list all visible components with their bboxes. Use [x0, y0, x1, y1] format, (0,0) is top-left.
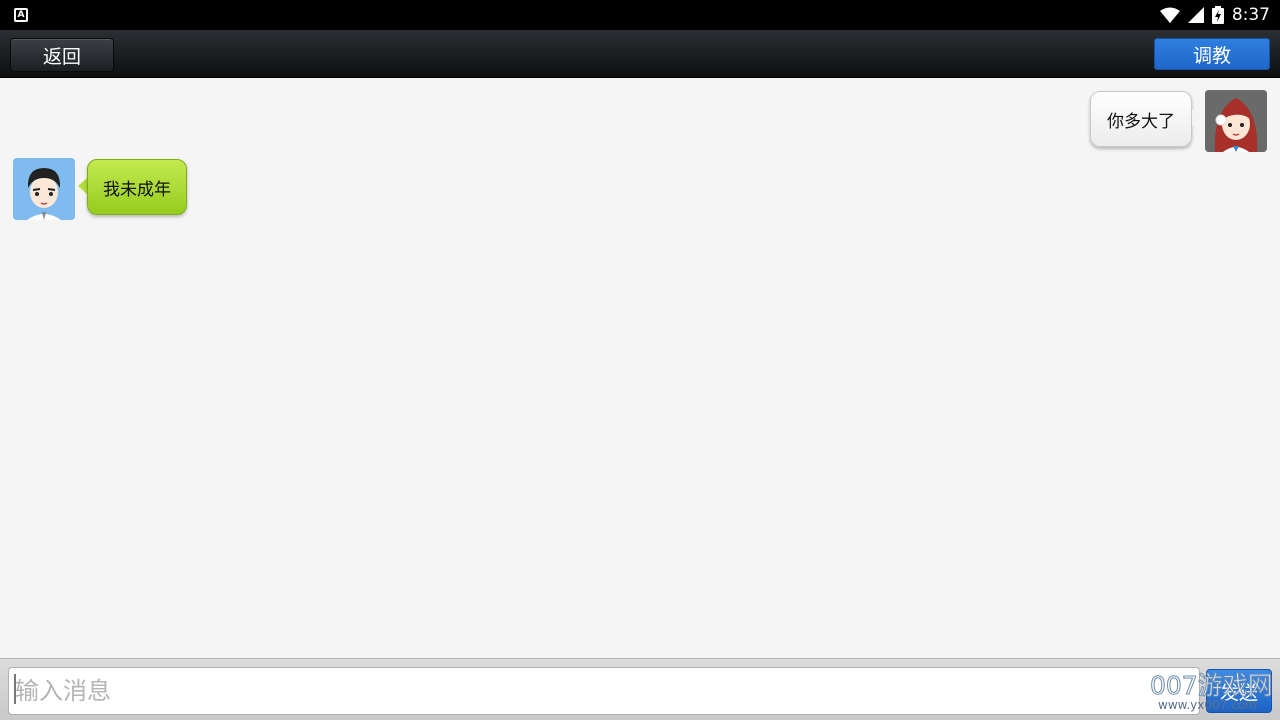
signal-icon	[1187, 7, 1204, 23]
message-bubble-incoming: 我未成年	[87, 159, 187, 215]
status-icons: 8:37	[1159, 0, 1270, 30]
chat-message-list[interactable]: 你多大了 我未成年	[0, 78, 1280, 658]
message-text: 你多大了	[1107, 111, 1175, 132]
message-text: 我未成年	[103, 179, 171, 200]
back-button[interactable]: 返回	[10, 38, 114, 72]
message-bubble-outgoing: 你多大了	[1090, 91, 1192, 147]
girl-avatar[interactable]	[1205, 90, 1267, 152]
train-button[interactable]: 调教	[1154, 38, 1270, 70]
text-cursor	[14, 674, 16, 704]
top-navigation-bar: 返回 调教	[0, 30, 1280, 78]
app-notification-icon: A	[14, 8, 28, 22]
message-input[interactable]	[8, 667, 1200, 715]
status-time: 8:37	[1231, 5, 1270, 25]
status-bar: A 8:37	[0, 0, 1280, 30]
battery-icon	[1211, 6, 1224, 24]
bubble-tail	[1192, 109, 1202, 127]
message-input-bar: 发送	[0, 658, 1280, 720]
boy-avatar[interactable]	[13, 158, 75, 220]
send-button[interactable]: 发送	[1206, 669, 1272, 713]
wifi-icon	[1159, 7, 1180, 23]
